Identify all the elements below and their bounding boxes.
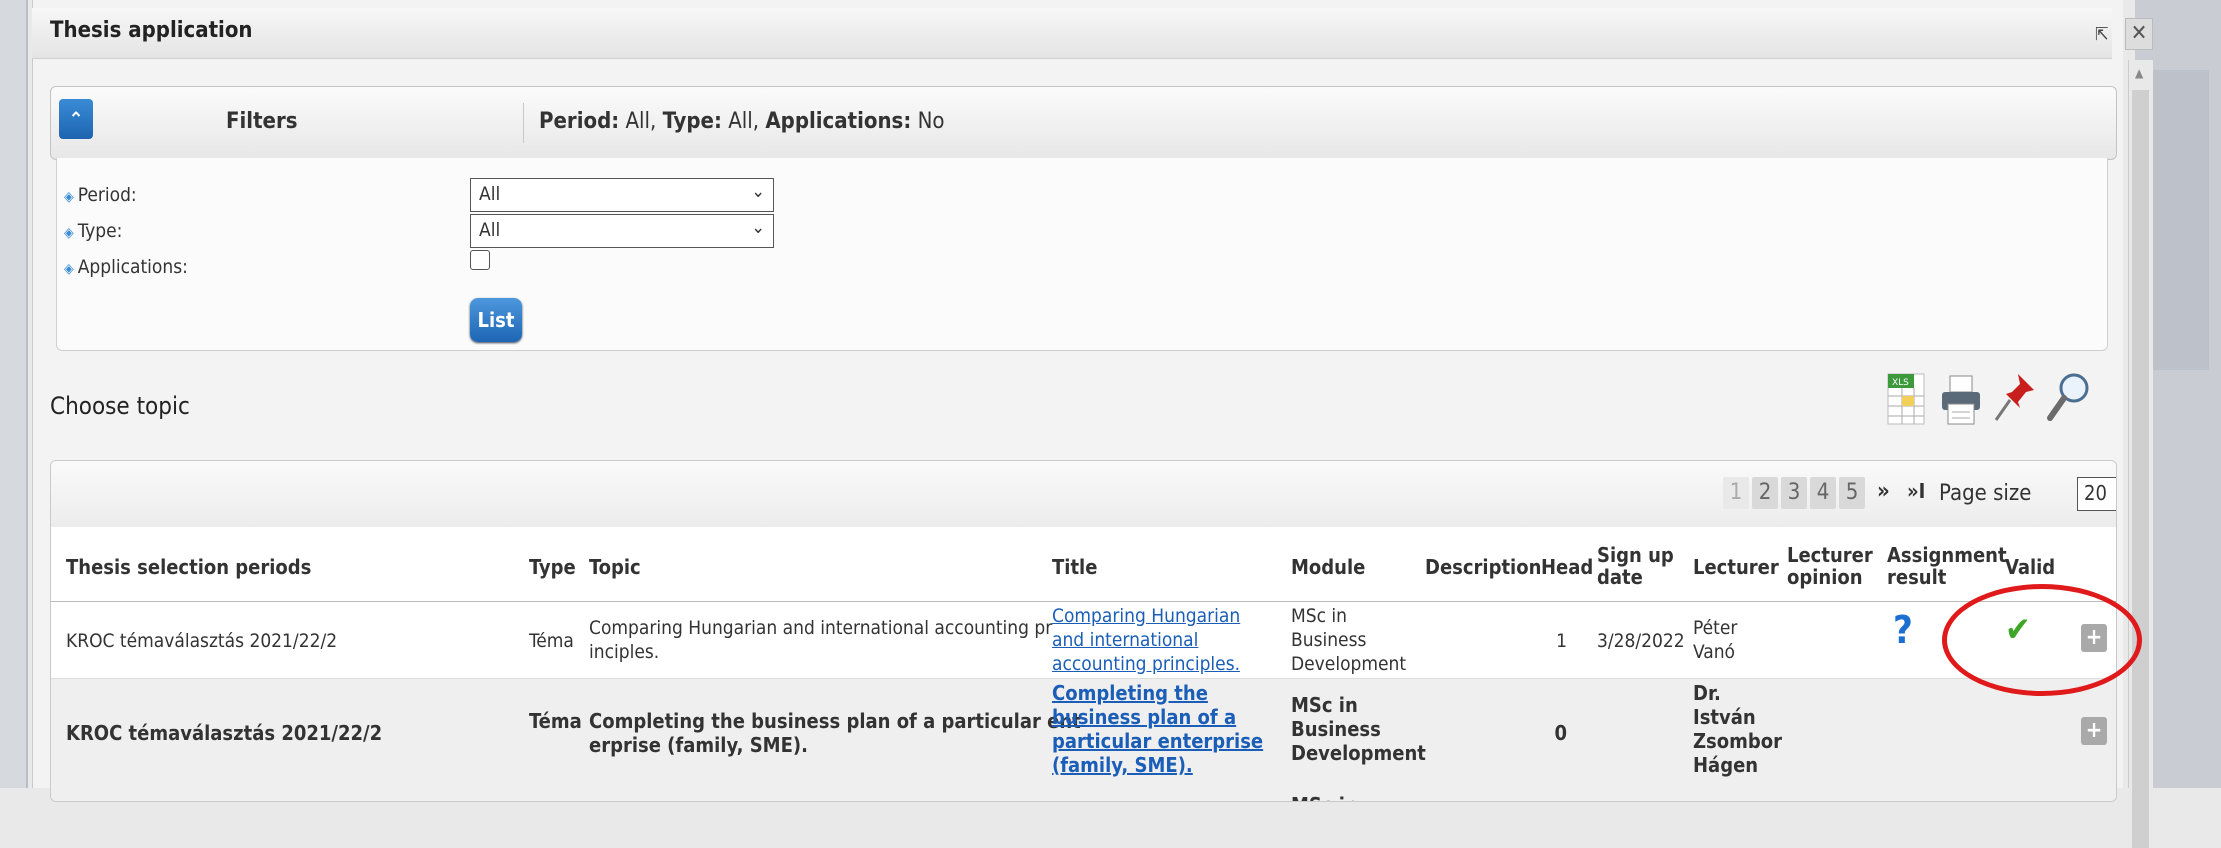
col-module[interactable]: Module: [1291, 556, 1365, 578]
popout-icon[interactable]: ⇱: [2095, 24, 2109, 45]
page-5[interactable]: 5: [1839, 477, 1865, 509]
search-icon[interactable]: [2044, 368, 2094, 428]
svg-text:XLS: XLS: [1892, 378, 1909, 388]
collapse-chevron-icon[interactable]: ⌃: [59, 99, 93, 139]
page-1: 1: [1723, 477, 1749, 509]
col-periods[interactable]: Thesis selection periods: [66, 556, 311, 578]
lecturer-cell: Péter Vanó: [1693, 617, 1738, 663]
col-lecturer[interactable]: Lecturer: [1693, 556, 1779, 578]
module-cell-partial: MSc in: [1291, 793, 1358, 801]
title-link[interactable]: Comparing Hungarian and international acco…: [1052, 604, 1240, 676]
type-select[interactable]: All ⌄: [470, 214, 774, 248]
page-size-label: Page size: [1939, 481, 2032, 506]
dialog-titlebar: Thesis application ⇱ ✕: [32, 8, 2153, 59]
last-page-icon[interactable]: »I: [1907, 479, 1925, 503]
filters-panel: [56, 158, 2108, 351]
period-filter-label: ◈ Period:: [64, 184, 137, 206]
scroll-up-icon[interactable]: ▲: [2135, 66, 2143, 80]
diamond-icon: ◈: [64, 261, 74, 277]
period-cell: KROC témaválasztás 2021/22/2: [66, 630, 338, 652]
page-4[interactable]: 4: [1810, 477, 1836, 509]
col-type[interactable]: Type: [529, 556, 576, 578]
col-topic[interactable]: Topic: [589, 556, 641, 578]
signup-cell: 3/28/2022: [1597, 630, 1685, 652]
page-3[interactable]: 3: [1781, 477, 1807, 509]
pagination: 12345: [1723, 477, 1868, 509]
table-row[interactable]: KROC témaválasztás 2021/22/2 Téma Comple…: [51, 678, 2116, 801]
next-page-icon[interactable]: »: [1877, 479, 1890, 504]
dialog-title: Thesis application: [50, 18, 253, 43]
scrollbar-thumb[interactable]: [2132, 90, 2149, 848]
topics-table: 12345 » »I Page size 20 ⌄ Thesis selecti…: [50, 460, 2117, 802]
col-signup[interactable]: Sign up date: [1597, 544, 1674, 588]
filters-header: ⌃ Filters Period: All, Type: All, Applic…: [50, 86, 2117, 160]
list-button[interactable]: List: [470, 298, 522, 342]
head-cell: 0: [1554, 721, 1567, 745]
chevron-down-icon: ⌄: [751, 181, 765, 202]
excel-export-icon[interactable]: XLS: [1882, 368, 1932, 428]
chevron-down-icon: ⌄: [751, 217, 765, 238]
applications-filter-label: ◈ Applications:: [64, 256, 188, 278]
type-filter-label: ◈ Type:: [64, 220, 123, 242]
type-cell: Téma: [529, 630, 574, 652]
close-icon[interactable]: ✕: [2125, 18, 2153, 50]
module-cell: MSc in Business Development: [1291, 693, 1426, 765]
lecturer-cell: Dr. István Zsombor Hágen: [1693, 681, 1782, 777]
vertical-scrollbar[interactable]: ▲: [2128, 60, 2153, 848]
pin-icon[interactable]: [1990, 368, 2040, 428]
section-title: Choose topic: [50, 392, 190, 420]
filters-summary: Period: All, Type: All, Applications: No: [539, 109, 945, 134]
period-cell: KROC témaválasztás 2021/22/2: [66, 721, 383, 745]
col-title[interactable]: Title: [1052, 556, 1097, 578]
filters-label: Filters: [226, 109, 298, 134]
period-select[interactable]: All ⌄: [470, 178, 774, 212]
page-size-select[interactable]: 20 ⌄: [2077, 477, 2116, 511]
applications-checkbox[interactable]: [470, 250, 490, 270]
head-cell: 1: [1556, 630, 1567, 652]
diamond-icon: ◈: [64, 189, 74, 205]
page-2[interactable]: 2: [1752, 477, 1778, 509]
col-assignment-result[interactable]: Assignment result: [1887, 544, 2007, 588]
type-cell: Téma: [529, 709, 582, 733]
topic-cell: Comparing Hungarian and international ac…: [589, 617, 1053, 663]
background-gutter: [0, 0, 28, 788]
print-icon[interactable]: [1936, 368, 1986, 428]
expand-row-button[interactable]: +: [2081, 717, 2107, 745]
module-cell: MSc in Business Development: [1291, 605, 1407, 675]
annotation-circle: [1942, 584, 2142, 696]
col-valid[interactable]: Valid: [2005, 556, 2055, 578]
col-head[interactable]: Head: [1541, 556, 1593, 578]
title-link[interactable]: Completing the business plan of a particul…: [1052, 681, 1263, 777]
table-row[interactable]: KROC témaválasztás 2021/22/2 Téma Compar…: [51, 602, 2116, 678]
col-lecturer-opinion[interactable]: Lecturer opinion: [1787, 544, 1873, 588]
col-description[interactable]: Description: [1425, 556, 1541, 578]
diamond-icon: ◈: [64, 225, 74, 241]
topic-cell: Completing the business plan of a partic…: [589, 709, 1081, 757]
question-icon[interactable]: ?: [1893, 611, 1913, 649]
